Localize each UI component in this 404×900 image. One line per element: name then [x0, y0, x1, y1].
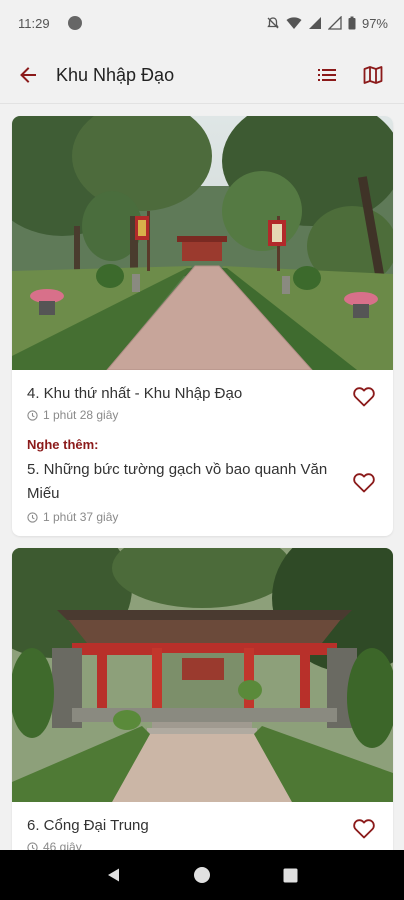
battery-level: 97%: [361, 15, 388, 31]
favorite-button[interactable]: [351, 470, 377, 496]
stop-image[interactable]: [12, 116, 393, 370]
signal-icon: [308, 17, 321, 29]
status-icons: 97%: [266, 16, 388, 31]
stop-card: 6. Cổng Đại Trung 46 giây: [12, 548, 393, 850]
battery-icon: [348, 16, 356, 30]
triangle-back-icon: [108, 868, 119, 882]
track-duration: 1 phút 37 giây: [27, 510, 343, 524]
track-title: 4. Khu thứ nhất - Khu Nhập Đạo: [27, 385, 243, 402]
status-time: 11:29: [18, 15, 50, 31]
clock-icon: [27, 841, 38, 850]
heart-icon: [353, 473, 375, 493]
track-item[interactable]: 6. Cổng Đại Trung 46 giây: [12, 802, 393, 850]
clock-icon: [27, 511, 38, 523]
duration-text: 1 phút 37 giây: [43, 510, 119, 524]
system-nav-bar: [0, 850, 404, 900]
map-icon: [363, 66, 383, 84]
signal-icon-2: [327, 16, 342, 30]
nav-home-button[interactable]: [182, 855, 222, 895]
duration-text: 46 giây: [43, 840, 82, 850]
track-item[interactable]: 5. Những bức tường gạch vồ bao quanh Văn…: [12, 452, 393, 524]
stop-image[interactable]: [12, 548, 393, 802]
list-view-button[interactable]: [304, 46, 350, 104]
map-view-button[interactable]: [350, 46, 396, 104]
nav-recents-button[interactable]: [270, 855, 310, 895]
favorite-button[interactable]: [351, 384, 377, 410]
heart-icon: [353, 387, 375, 407]
back-button[interactable]: [0, 46, 56, 104]
track-title: 6. Cổng Đại Trung: [27, 817, 149, 834]
page-title: Khu Nhập Đạo: [56, 64, 175, 85]
status-bar: 11:29 97%: [0, 0, 404, 46]
duration-text: 1 phút 28 giây: [43, 408, 119, 422]
wifi-icon: [286, 17, 302, 29]
track-item[interactable]: 4. Khu thứ nhất - Khu Nhập Đạo 1 phút 28…: [12, 370, 393, 422]
track-duration: 1 phút 28 giây: [27, 408, 343, 422]
square-recents-icon: [283, 868, 297, 882]
mute-icon: [267, 17, 279, 29]
clock-icon: [27, 409, 38, 421]
heart-icon: [353, 819, 375, 839]
notification-icon: [67, 16, 82, 30]
list-icon: [318, 69, 336, 81]
track-title: 5. Những bức tường gạch vồ bao quanh Văn…: [27, 461, 328, 502]
track-duration: 46 giây: [27, 840, 343, 850]
circle-home-icon: [194, 867, 210, 883]
stop-card: 4. Khu thứ nhất - Khu Nhập Đạo 1 phút 28…: [12, 116, 393, 536]
favorite-button[interactable]: [351, 816, 377, 842]
app-bar: Khu Nhập Đạo: [0, 46, 404, 104]
arrow-left-icon: [20, 67, 36, 83]
listen-more-label: Nghe thêm:: [27, 437, 99, 452]
nav-back-button[interactable]: [94, 855, 134, 895]
stop-list[interactable]: 4. Khu thứ nhất - Khu Nhập Đạo 1 phút 28…: [0, 104, 404, 850]
